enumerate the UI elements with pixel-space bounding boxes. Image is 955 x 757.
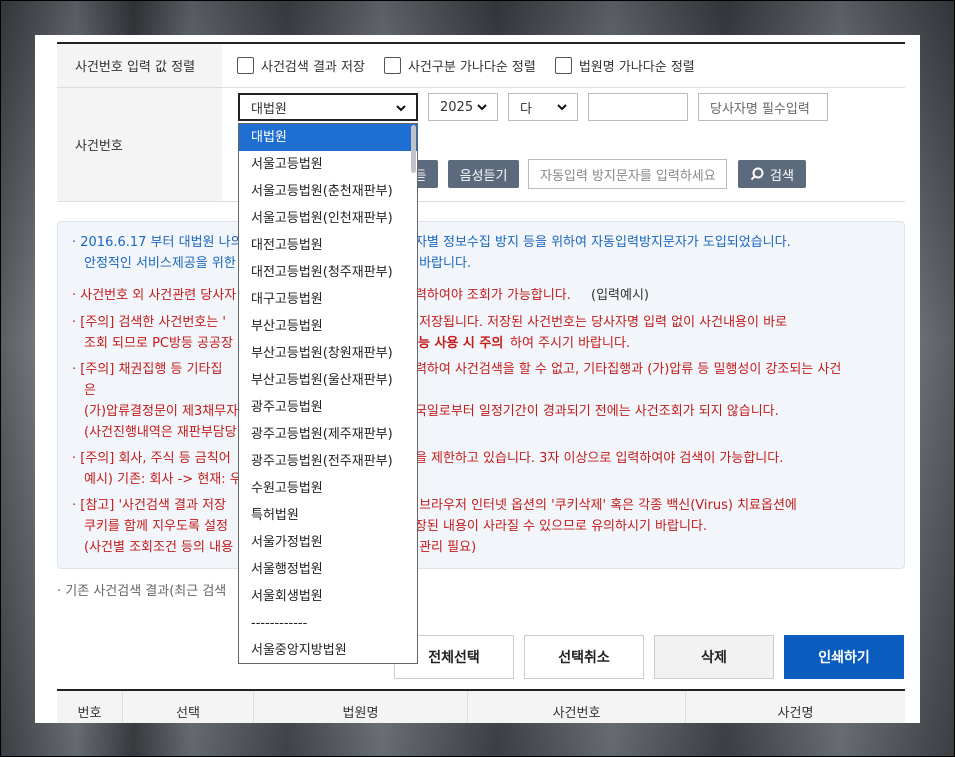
col-case-name: 사건명	[777, 705, 814, 721]
checkbox-icon[interactable]	[383, 57, 401, 74]
save-results-checkbox[interactable]: 사건검색 결과 저장	[237, 56, 365, 75]
court-option[interactable]: 대법원	[239, 124, 417, 151]
court-option[interactable]: 서울가정법원	[239, 529, 417, 556]
court-option[interactable]: 서울행정법원	[239, 556, 417, 583]
col-case-number: 사건번호	[468, 691, 686, 723]
court-option[interactable]: 광주고등법원	[239, 394, 417, 421]
delete-button[interactable]: 삭제	[654, 635, 774, 679]
notice-line: 조회 되므로 PC방등 공공장 기능 사용 시 주의 하여 주시기 바랍니다.	[84, 336, 631, 351]
year-select[interactable]: 2025	[428, 93, 498, 121]
deselect-button[interactable]: 선택취소	[524, 635, 644, 679]
col-number: 번호	[57, 691, 123, 723]
col-select: 선택	[123, 691, 254, 723]
option-separator: ------------	[251, 616, 308, 631]
notice-line: (사건진행내역은 재판부담당	[84, 425, 237, 440]
notice-line: (사건별 조회조건 등의 내용 로 관리 필요)	[84, 540, 477, 555]
sort-court-name-checkbox[interactable]: 법원명 가나다순 정렬	[554, 56, 695, 75]
court-option[interactable]: 특허법원	[239, 502, 417, 529]
captcha-input[interactable]: 자동입력 방지문자를 입력하세요	[528, 159, 727, 189]
court-option[interactable]: 서울고등법원(인천재판부)	[239, 205, 417, 232]
chevron-down-icon	[477, 104, 487, 111]
print-button[interactable]: 인쇄하기	[784, 635, 904, 679]
results-table-header: 번호 선택 법원명 사건번호 사건명	[57, 689, 905, 723]
notice-line: · [주의] 회사, 주식 등 금칙어 색을 제한하고 있습니다. 3자 이상으로…	[72, 451, 784, 466]
notice-line: · [주의] 검색한 사건번호는 ' 에 저장됩니다. 저장된 사건번호는 당사자…	[72, 315, 788, 330]
court-option[interactable]: 대전고등법원(청주재판부)	[239, 259, 417, 286]
court-option[interactable]: 서울중앙지방법원	[239, 637, 417, 663]
notice-line: 쿠키를 함께 지우도록 설정 저장된 내용이 사라질 수 있으므로 유의하시기 바…	[84, 519, 708, 534]
notice-line: 예시) 기존: 회사 -> 현재: 우	[84, 472, 242, 487]
previous-results-label: · 기존 사건검색 결과(최근 검색능)	[57, 584, 416, 599]
notice-line: 안정적인 서비스제공을 위한 기 바랍니다.	[84, 256, 472, 271]
search-icon	[750, 167, 764, 181]
court-option[interactable]: 부산고등법원(울산재판부)	[239, 367, 417, 394]
sort-row: 사건번호 입력 값 정렬 사건검색 결과 저장 사건구분 가나다순 정렬 법원명…	[57, 44, 905, 88]
court-option[interactable]: 대전고등법원	[239, 232, 417, 259]
court-dropdown-list[interactable]: 대법원 서울고등법원 서울고등법원(춘천재판부) 서울고등법원(인천재판부) 대…	[238, 123, 418, 664]
party-name-input[interactable]: 당사자명 필수입력	[698, 93, 828, 121]
court-option[interactable]: 서울회생법원	[239, 583, 417, 610]
notice-line: 은	[84, 383, 96, 398]
court-select[interactable]: 대법원	[238, 93, 418, 121]
notice-line: · [주의] 채권집행 등 기타집 입력하여 사건검색을 할 수 없고, 기타집행…	[72, 362, 842, 377]
court-option[interactable]: 수원고등법원	[239, 475, 417, 502]
chevron-down-icon	[396, 105, 406, 112]
notice-box: · 2016.6.17 부터 대법원 나의 문자별 정보수집 방지 등을 위하여 …	[57, 221, 905, 569]
search-button[interactable]: 검색	[738, 160, 806, 188]
chevron-down-icon	[557, 104, 567, 111]
checkbox-icon[interactable]	[237, 57, 254, 74]
scrollbar-thumb[interactable]	[411, 125, 416, 173]
audio-button[interactable]: 음성듣기	[448, 160, 519, 188]
case-type-select[interactable]: 다	[508, 93, 578, 121]
notice-line: · 2016.6.17 부터 대법원 나의 문자별 정보수집 방지 등을 위하여 …	[72, 235, 791, 250]
sort-label: 사건번호 입력 값 정렬	[57, 44, 222, 87]
court-option[interactable]: 서울고등법원	[239, 151, 417, 178]
sort-case-type-checkbox[interactable]: 사건구분 가나다순 정렬	[383, 56, 536, 75]
notice-line: · [참고] '사건검색 결과 저장 웹 브라우저 인터넷 옵션의 '쿠키삭제' …	[72, 498, 797, 513]
notice-line: · 사건번호 외 사건관련 당사자 입력하여야 조회가 가능합니다. (입력예시)	[72, 288, 649, 303]
case-number-label: 사건번호	[57, 88, 222, 201]
court-option[interactable]: 부산고등법원	[239, 313, 417, 340]
court-option[interactable]: 광주고등법원(전주재판부)	[239, 448, 417, 475]
court-option[interactable]: 대구고등법원	[239, 286, 417, 313]
court-option[interactable]: 광주고등법원(제주재판부)	[239, 421, 417, 448]
notice-line: (가)압류결정문이 제3채무자 송국일로부터 일정기간이 경과되기 전에는 사건조…	[84, 404, 779, 419]
checkbox-icon[interactable]	[554, 57, 572, 74]
court-option[interactable]: 부산고등법원(창원재판부)	[239, 340, 417, 367]
col-court-name: 법원명	[254, 691, 468, 723]
case-number-input[interactable]	[588, 93, 688, 121]
case-search-panel: 사건번호 입력 값 정렬 사건검색 결과 저장 사건구분 가나다순 정렬 법원명…	[35, 35, 920, 723]
court-option[interactable]: 서울고등법원(춘천재판부)	[239, 178, 417, 205]
